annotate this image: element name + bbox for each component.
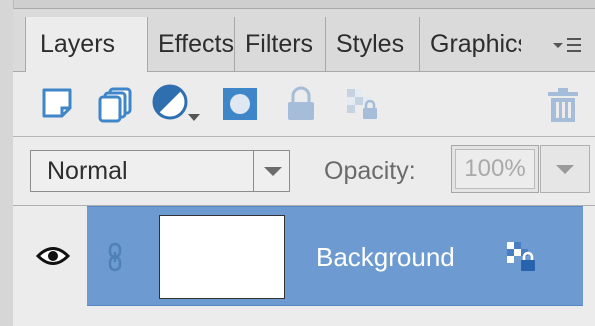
layers-list: Background [13, 206, 595, 326]
panel-menu-button[interactable] [545, 31, 585, 59]
lock-transparency-button[interactable] [344, 86, 382, 127]
new-layer-button[interactable] [40, 86, 76, 127]
lock-all-icon [288, 86, 314, 120]
add-layer-mask-button[interactable] [221, 86, 259, 127]
tab-graphics[interactable]: Graphics [420, 17, 521, 71]
delete-layer-icon [548, 88, 578, 122]
blend-mode-dropdown[interactable]: Normal [30, 150, 290, 192]
tab-effects[interactable]: Effects [148, 17, 235, 71]
layers-panel: Layers Effects Filters Styles Graphics N… [0, 0, 595, 326]
layer-name[interactable]: Background [316, 207, 455, 307]
adjustment-layer-icon [152, 84, 200, 121]
link-icon [108, 242, 122, 272]
delete-layer-button[interactable] [546, 86, 580, 129]
new-layer-icon [42, 88, 72, 118]
panel-top-border [0, 0, 595, 9]
adjustment-layer-button[interactable] [150, 82, 206, 131]
panel-tab-bar: Layers Effects Filters Styles Graphics [13, 9, 595, 81]
tab-graphics-label: Graphics [430, 30, 521, 58]
chevron-down-icon [556, 165, 574, 174]
panel-left-edge [0, 0, 14, 326]
tab-effects-label: Effects [158, 30, 234, 58]
dropdown-divider [253, 151, 254, 191]
panel-menu-icon [553, 38, 581, 52]
layer-thumbnail[interactable] [159, 215, 285, 299]
layers-list-empty-area [13, 306, 595, 326]
tab-layers-label: Layers [40, 30, 116, 58]
layer-mask-icon [223, 88, 257, 120]
tab-styles[interactable]: Styles [326, 17, 420, 71]
layer-lock-icon[interactable] [505, 240, 539, 274]
opacity-slider-button[interactable] [540, 145, 590, 193]
eye-icon [36, 247, 70, 265]
tab-filters-label: Filters [245, 30, 314, 58]
chevron-down-icon [264, 167, 282, 176]
new-group-button[interactable] [97, 86, 135, 129]
opacity-field[interactable]: 100% [451, 145, 539, 193]
opacity-value: 100% [455, 149, 535, 189]
tab-filters[interactable]: Filters [235, 17, 326, 71]
blend-mode-value: Normal [47, 157, 128, 185]
lock-all-button[interactable] [285, 86, 317, 127]
tab-styles-label: Styles [336, 30, 405, 58]
layer-toolbar [13, 72, 595, 137]
layer-row-background[interactable]: Background [87, 206, 583, 306]
visibility-toggle[interactable] [13, 206, 87, 306]
blend-opacity-row: Normal Opacity: 100% [13, 137, 595, 206]
lock-transparency-icon [347, 89, 377, 119]
opacity-label: Opacity: [324, 157, 416, 185]
new-group-icon [98, 87, 132, 123]
